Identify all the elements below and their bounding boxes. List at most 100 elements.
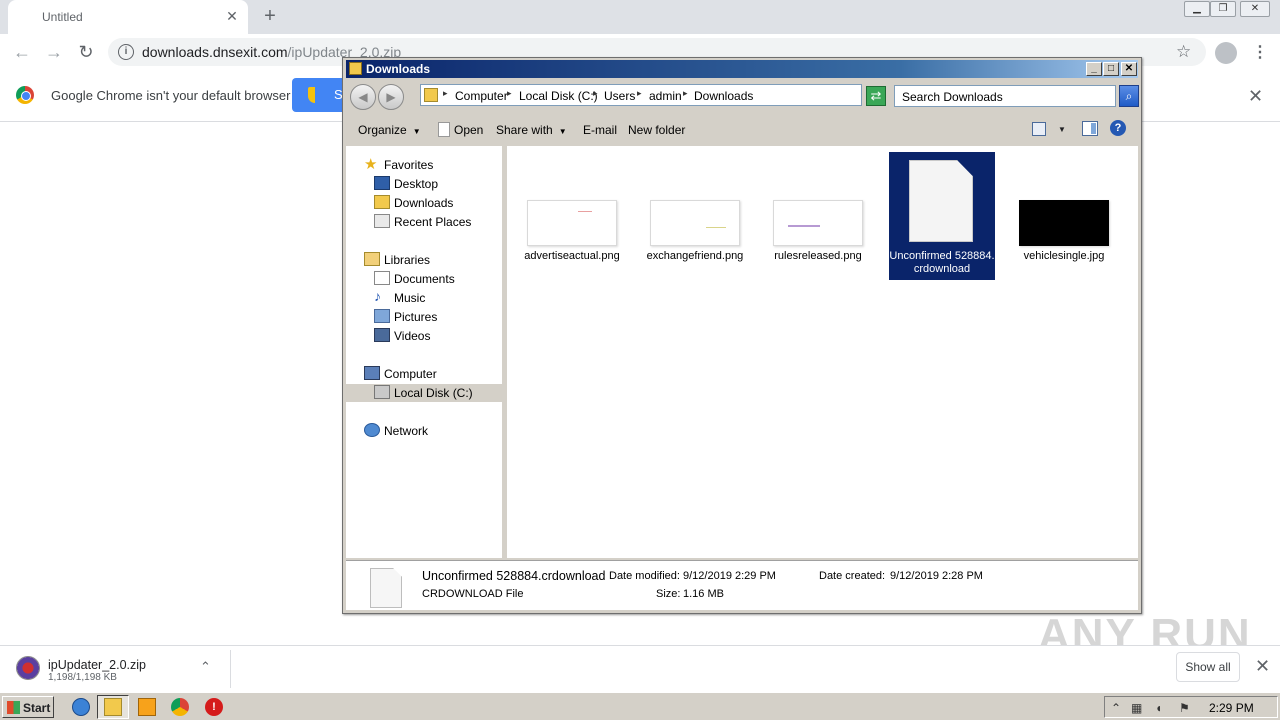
nav-libraries[interactable]: Libraries (364, 251, 502, 269)
back-icon[interactable]: ← (10, 40, 34, 64)
restore-window-icon[interactable]: ❐ (1210, 1, 1236, 17)
profile-avatar-icon[interactable] (1215, 42, 1237, 64)
address-folder-icon (424, 88, 438, 102)
download-file-name[interactable]: ipUpdater_2.0.zip (48, 658, 146, 672)
refresh-icon[interactable]: ⇄ (866, 86, 886, 106)
crumb-separator-icon[interactable]: ▸ (593, 88, 598, 99)
view-chevron-down-icon[interactable]: ▼ (1058, 125, 1066, 134)
nav-documents[interactable]: Documents (374, 270, 502, 288)
nav-computer[interactable]: Computer (364, 365, 502, 383)
new-tab-icon[interactable]: + (260, 6, 280, 26)
infobar-close-icon[interactable]: ✕ (1248, 86, 1263, 107)
nav-downloads[interactable]: Downloads (374, 194, 502, 212)
internet-explorer-icon[interactable] (72, 698, 90, 716)
nav-videos-label: Videos (394, 329, 431, 343)
nav-pictures[interactable]: Pictures (374, 308, 502, 326)
file-item[interactable]: exchangefriend.png (642, 152, 748, 280)
explorer-forward-icon[interactable]: ▶ (378, 84, 404, 110)
breadcrumb-local-disk[interactable]: Local Disk (C:) (519, 89, 598, 103)
details-created-label: Date created: (819, 570, 886, 582)
explorer-close-icon[interactable]: ✕ (1121, 62, 1137, 76)
show-hidden-icons-icon[interactable]: ⌃ (1111, 701, 1121, 715)
uac-shield-icon (308, 87, 322, 103)
file-item[interactable]: advertiseactual.png (519, 152, 625, 280)
file-item[interactable]: rulesreleased.png (765, 152, 871, 280)
chevron-up-icon[interactable]: ⌃ (200, 659, 211, 675)
nav-recent-places[interactable]: Recent Places (374, 213, 502, 231)
forward-icon[interactable]: → (42, 40, 66, 64)
tab-title: Untitled (42, 10, 83, 24)
file-item-selected[interactable]: Unconfirmed 528884.crdownload (889, 152, 995, 280)
nav-desktop-label: Desktop (394, 177, 439, 191)
nav-libraries-label: Libraries (384, 253, 431, 267)
nav-videos[interactable]: Videos (374, 327, 502, 345)
close-window-icon[interactable]: ✕ (1240, 1, 1270, 17)
chrome-icon[interactable] (171, 698, 189, 716)
crumb-separator-icon[interactable]: ▸ (683, 88, 688, 99)
minimize-window-icon[interactable]: ▁ (1184, 1, 1210, 17)
taskbar-explorer-button[interactable] (97, 695, 129, 719)
image-thumbnail (773, 200, 863, 246)
breadcrumb-users[interactable]: Users (604, 89, 635, 103)
media-player-icon[interactable] (138, 698, 156, 716)
open-button[interactable]: Open (454, 123, 483, 137)
file-name: advertiseactual.png (524, 250, 620, 262)
breadcrumb-downloads[interactable]: Downloads (694, 89, 753, 103)
file-name: vehiclesingle.jpg (1023, 250, 1105, 262)
email-button[interactable]: E-mail (583, 123, 617, 137)
network-tray-icon[interactable]: ▦ (1131, 701, 1142, 715)
open-file-icon (438, 122, 450, 137)
help-icon[interactable]: ? (1110, 120, 1126, 136)
image-thumbnail (1019, 200, 1109, 246)
site-info-icon[interactable]: i (118, 44, 134, 60)
action-center-flag-icon[interactable]: ⚑ (1179, 701, 1190, 715)
browser-tab[interactable]: Untitled ✕ (8, 0, 248, 34)
start-button[interactable]: Start (2, 696, 54, 718)
nav-local-disk[interactable]: Local Disk (C:) (346, 384, 502, 402)
new-folder-button[interactable]: New folder (628, 123, 685, 137)
system-tray: ⌃ ▦ ◖ ⚑ 2:29 PM (1104, 696, 1278, 718)
chrome-menu-icon[interactable]: ⋮ (1252, 42, 1268, 62)
details-modified-value: 9/12/2019 2:29 PM (683, 570, 776, 582)
breadcrumb-computer[interactable]: Computer (455, 89, 508, 103)
shelf-divider (230, 650, 231, 688)
nav-network[interactable]: Network (364, 422, 502, 440)
security-alert-icon[interactable]: ! (205, 698, 223, 716)
nav-computer-label: Computer (384, 367, 437, 381)
breadcrumb-admin[interactable]: admin (649, 89, 682, 103)
crumb-separator-icon[interactable]: ▸ (443, 88, 448, 99)
show-all-button[interactable]: Show all (1176, 652, 1240, 682)
winrar-archive-icon (16, 656, 40, 680)
music-icon: ♪ (374, 288, 381, 304)
nav-documents-label: Documents (394, 272, 455, 286)
explorer-titlebar[interactable]: Downloads _ □ ✕ (346, 60, 1138, 78)
search-icon[interactable]: ⌕ (1119, 85, 1139, 107)
reload-icon[interactable]: ↻ (74, 40, 98, 64)
explorer-minimize-icon[interactable]: _ (1086, 62, 1102, 76)
explorer-maximize-icon[interactable]: □ (1103, 62, 1119, 76)
tab-close-icon[interactable]: ✕ (224, 8, 240, 24)
file-name: rulesreleased.png (774, 250, 862, 262)
crumb-separator-icon[interactable]: ▸ (637, 88, 642, 99)
share-with-button[interactable]: Share with ▼ (496, 123, 567, 137)
clock[interactable]: 2:29 PM (1209, 701, 1254, 715)
preview-pane-icon[interactable] (1082, 121, 1098, 136)
navigation-pane: ★ Favorites Desktop Downloads Recent Pla… (346, 146, 504, 558)
file-item[interactable]: vehiclesingle.jpg (1011, 152, 1117, 280)
shelf-close-icon[interactable]: ✕ (1255, 656, 1270, 677)
explorer-back-icon[interactable]: ◀ (350, 84, 376, 110)
nav-music[interactable]: ♪ Music (374, 288, 502, 307)
image-thumbnail (650, 200, 740, 246)
volume-icon[interactable]: ◖ (1155, 701, 1162, 715)
explorer-address-bar[interactable]: ▸ Computer ▸ Local Disk (C:) ▸ Users ▸ a… (420, 84, 930, 106)
blank-document-icon (909, 160, 973, 242)
nav-favorites[interactable]: ★ Favorites (364, 156, 502, 174)
change-view-icon[interactable] (1032, 122, 1046, 136)
nav-recent-label: Recent Places (394, 215, 472, 229)
nav-desktop[interactable]: Desktop (374, 175, 502, 193)
search-input[interactable]: Search Downloads (894, 85, 1116, 107)
crumb-separator-icon[interactable]: ▸ (507, 88, 512, 99)
documents-icon (374, 271, 390, 285)
organize-button[interactable]: Organize ▼ (358, 123, 421, 137)
bookmark-star-icon[interactable]: ☆ (1176, 42, 1191, 62)
